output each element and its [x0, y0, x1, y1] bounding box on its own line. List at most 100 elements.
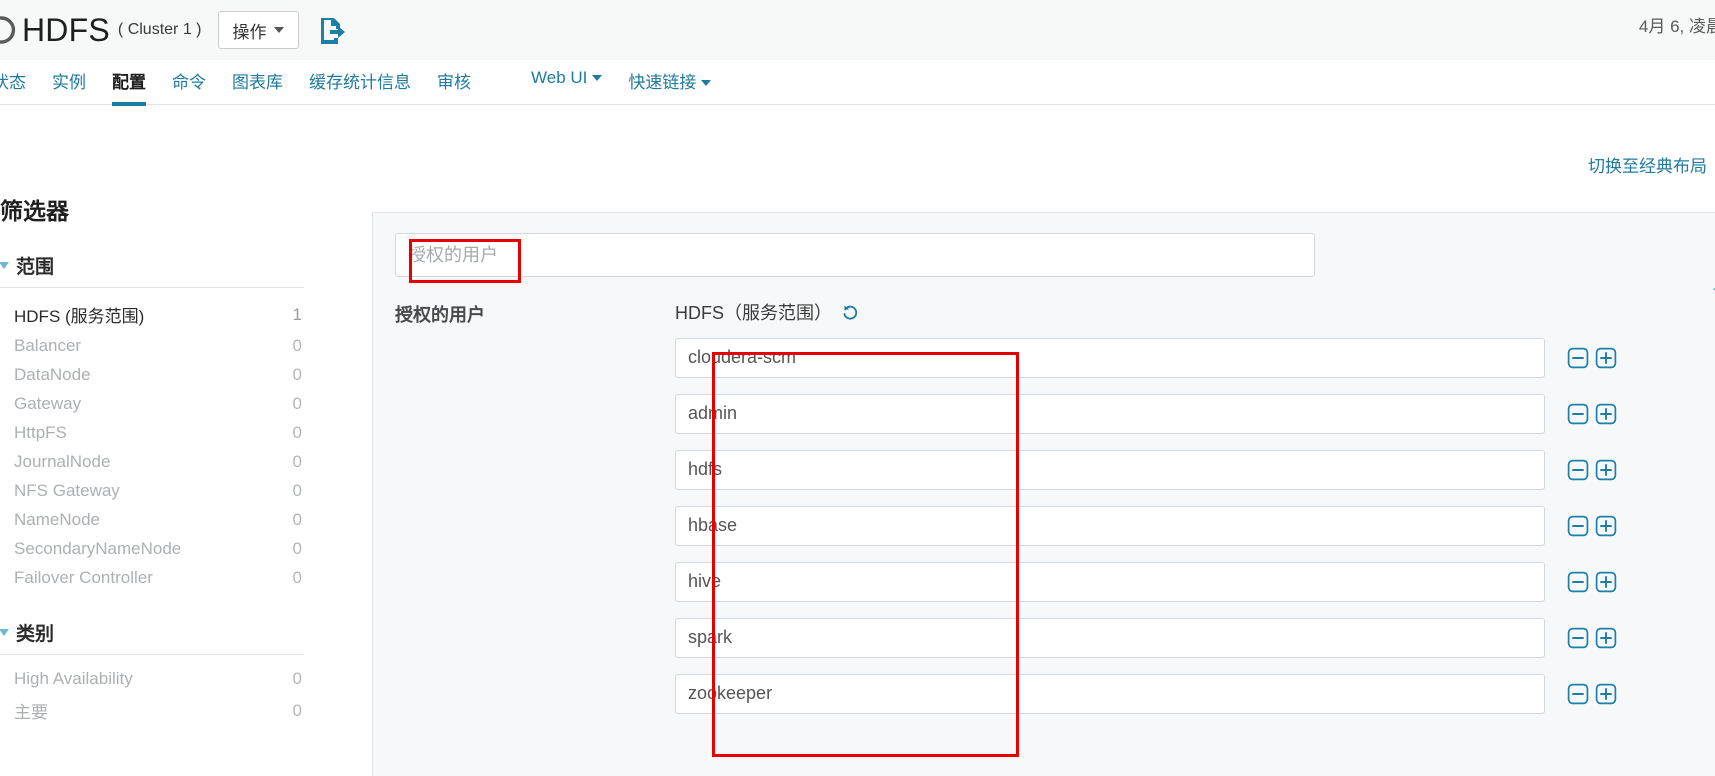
filter-group-title: 范围 — [16, 257, 55, 278]
filter-item-count: 0 — [292, 700, 302, 720]
value-row — [675, 502, 1715, 549]
filter-item-count: 0 — [292, 423, 302, 442]
actions-button-label: 操作 — [232, 22, 267, 42]
filter-item[interactable]: 主要 0 — [0, 694, 304, 728]
tab-审核[interactable]: 审核 — [437, 60, 471, 106]
filter-group-header[interactable]: 范围 — [0, 252, 304, 288]
tab-状态[interactable]: 状态 — [0, 60, 26, 106]
sidebar-title: 筛选器 — [0, 198, 69, 224]
filter-item-count: 0 — [292, 669, 302, 688]
minus-square-icon[interactable] — [1567, 627, 1589, 649]
minus-square-icon[interactable] — [1567, 571, 1589, 593]
value-row — [675, 446, 1715, 493]
search-row — [373, 213, 1715, 277]
filter-item[interactable]: High Availability 0 — [0, 665, 304, 694]
minus-square-icon[interactable] — [1567, 347, 1589, 369]
minus-square-icon[interactable] — [1567, 459, 1589, 481]
filter-item-count: 0 — [292, 365, 302, 384]
filter-item[interactable]: JournalNode 0 — [0, 448, 304, 477]
authorized-user-input[interactable] — [675, 337, 1545, 378]
filter-item[interactable]: Failover Controller 0 — [0, 564, 304, 593]
undo-icon[interactable] — [841, 303, 859, 321]
plus-square-icon[interactable] — [1595, 571, 1617, 593]
chevron-down-icon — [592, 75, 603, 81]
filter-item-count: 0 — [292, 510, 302, 529]
value-row-buttons — [1567, 515, 1617, 537]
tab-web-ui[interactable]: Web UI — [531, 60, 603, 101]
tab-快速链接[interactable]: 快速链接 — [628, 60, 712, 106]
actions-button[interactable]: 操作 — [217, 11, 299, 49]
tab-实例[interactable]: 实例 — [52, 60, 86, 106]
chevron-down-icon — [0, 629, 9, 636]
value-row-buttons — [1567, 627, 1617, 649]
plus-square-icon[interactable] — [1595, 347, 1617, 369]
value-row-buttons — [1567, 683, 1617, 705]
tab-label: 缓存统计信息 — [309, 73, 411, 92]
minus-square-icon[interactable] — [1567, 683, 1589, 705]
authorized-user-input[interactable] — [675, 617, 1545, 658]
minus-square-icon[interactable] — [1567, 403, 1589, 425]
value-row-buttons — [1567, 347, 1617, 369]
filter-list: HDFS (服务范围) 1 Balancer 0 DataNode 0 Gateway 0 Ht… — [0, 288, 304, 593]
tab-bar: 状态 实例 配置 命令 图表库 缓存统计信息 审核 Web UI 快速链接 — [0, 60, 1715, 106]
value-row — [675, 558, 1715, 605]
page-root: HDFS ( Cluster 1 ) 操作 4月 6, 凌晨 状态 实例 配置 命令 图… — [0, 0, 1715, 776]
plus-square-icon[interactable] — [1595, 627, 1617, 649]
authorized-user-input[interactable] — [675, 449, 1545, 490]
search-input[interactable] — [395, 233, 1315, 277]
tab-配置[interactable]: 配置 — [112, 60, 146, 106]
authorized-user-input[interactable] — [675, 393, 1545, 434]
property-label: 授权的用户 — [395, 305, 485, 325]
filter-item-count: 1 — [292, 304, 302, 324]
value-row — [675, 390, 1715, 437]
filter-item-count: 0 — [292, 481, 302, 500]
page-title: HDFS — [22, 11, 110, 48]
filter-item-label: High Availability — [14, 669, 133, 688]
tab-label: 实例 — [52, 73, 86, 92]
value-row-buttons — [1567, 403, 1617, 425]
filter-item[interactable]: HDFS (服务范围) 1 — [0, 298, 304, 332]
filter-sidebar: 筛选器 范围 HDFS (服务范围) 1 Balancer 0 DataNode 0 Gate… — [0, 180, 320, 776]
authorized-user-input[interactable] — [675, 561, 1545, 602]
tab-label: 图表库 — [232, 73, 283, 92]
tab-命令[interactable]: 命令 — [172, 60, 206, 106]
switch-classic-layout-link[interactable]: 切换至经典布局 — [1588, 152, 1707, 177]
filter-group-header[interactable]: 类别 — [0, 619, 304, 655]
minus-square-icon[interactable] — [1567, 515, 1589, 537]
authorized-user-input[interactable] — [675, 673, 1545, 714]
value-row-buttons — [1567, 571, 1617, 593]
value-row — [675, 614, 1715, 661]
filter-item-label: NameNode — [14, 510, 100, 529]
filter-item[interactable]: Balancer 0 — [0, 332, 304, 361]
filter-list: High Availability 0 主要 0 — [0, 655, 304, 728]
configuration-panel: 显 授权的用户 HDFS（服务范围） — [372, 212, 1715, 776]
filter-item-count: 0 — [292, 336, 302, 355]
filter-item-label: Gateway — [14, 394, 82, 413]
filter-item[interactable]: DataNode 0 — [0, 361, 304, 390]
filter-item[interactable]: HttpFS 0 — [0, 419, 304, 448]
filter-item[interactable]: NFS Gateway 0 — [0, 477, 304, 506]
filter-item-label: Failover Controller — [14, 568, 153, 587]
tab-图表库[interactable]: 图表库 — [232, 60, 283, 106]
plus-square-icon[interactable] — [1595, 403, 1617, 425]
plus-square-icon[interactable] — [1595, 459, 1617, 481]
tab-label: 状态 — [0, 73, 26, 92]
chevron-down-icon — [273, 27, 284, 33]
property-scope-label: HDFS（服务范围） — [675, 303, 832, 323]
filter-item[interactable]: SecondaryNameNode 0 — [0, 535, 304, 564]
authorized-user-input[interactable] — [675, 505, 1545, 546]
filter-item-label: JournalNode — [14, 452, 111, 471]
filter-item-label: NFS Gateway — [14, 481, 120, 500]
plus-square-icon[interactable] — [1595, 683, 1617, 705]
value-row-buttons — [1567, 459, 1617, 481]
filter-item-label: SecondaryNameNode — [14, 539, 182, 558]
plus-square-icon[interactable] — [1595, 515, 1617, 537]
property-scope: HDFS（服务范围） — [675, 299, 1715, 325]
filter-item-count: 0 — [292, 452, 302, 471]
export-icon[interactable] — [315, 13, 349, 47]
filter-item-count: 0 — [292, 539, 302, 558]
filter-item[interactable]: NameNode 0 — [0, 506, 304, 535]
tab-缓存统计信息[interactable]: 缓存统计信息 — [309, 60, 411, 106]
filter-item[interactable]: Gateway 0 — [0, 390, 304, 419]
chevron-down-icon — [0, 262, 9, 269]
